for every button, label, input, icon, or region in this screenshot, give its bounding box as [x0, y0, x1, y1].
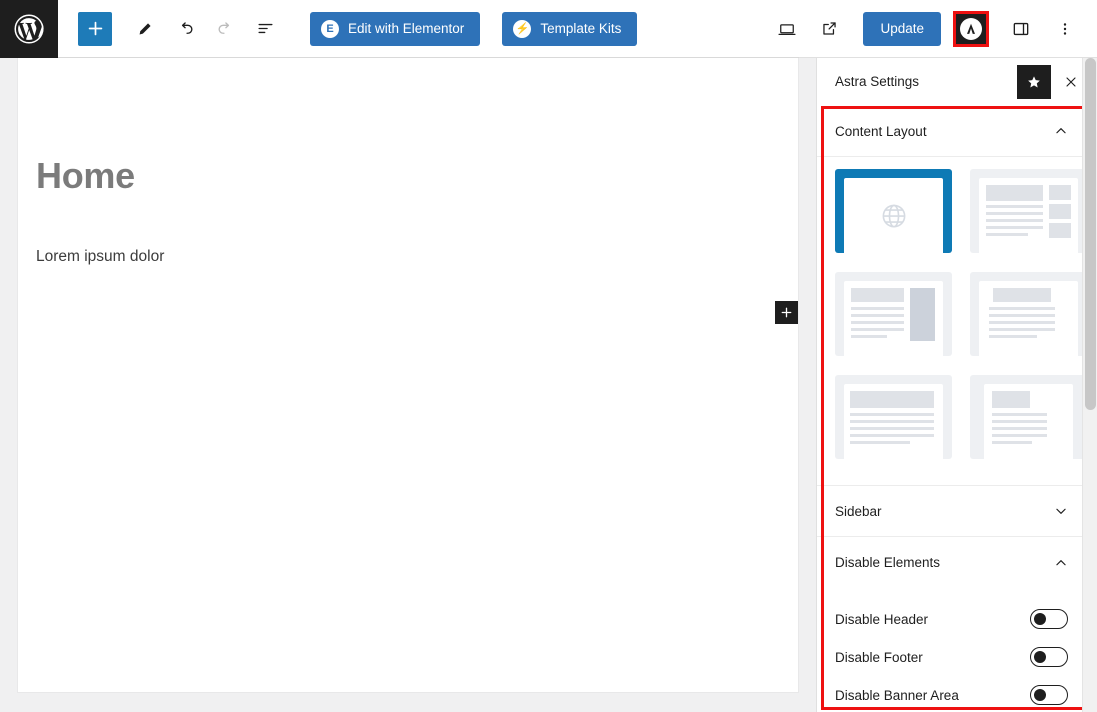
label-disable-header: Disable Header — [835, 612, 1030, 627]
edit-tool-button[interactable] — [128, 12, 162, 46]
globe-icon — [879, 201, 909, 231]
add-block-button[interactable] — [78, 12, 112, 46]
section-sidebar-header[interactable]: Sidebar — [817, 486, 1086, 537]
redo-arrow-icon — [216, 19, 235, 38]
desktop-preview-button[interactable] — [769, 11, 805, 47]
toolbar-right-group: Update — [769, 11, 1097, 47]
block-appender-button[interactable] — [775, 301, 798, 324]
settings-sidebar-icon — [1011, 19, 1031, 39]
row-disable-header: Disable Header — [817, 600, 1086, 638]
desktop-preview-icon — [777, 19, 797, 39]
post-title[interactable]: Home — [36, 155, 135, 197]
layout-option-right-blocks[interactable] — [970, 169, 1086, 253]
section-disable-elements-label: Disable Elements — [835, 555, 1054, 570]
toggle-disable-banner-area[interactable] — [1030, 685, 1068, 705]
lightning-bolt-icon: ⚡ — [513, 20, 531, 38]
template-kits-button[interactable]: ⚡ Template Kits — [502, 12, 637, 46]
panel-body: Content Layout — [817, 106, 1086, 712]
layout-option-full-stretched[interactable] — [970, 375, 1086, 459]
astra-settings-toggle-button[interactable] — [953, 11, 989, 47]
section-sidebar-label: Sidebar — [835, 504, 1054, 519]
edit-with-elementor-label: Edit with Elementor — [348, 21, 464, 36]
document-overview-button[interactable] — [248, 12, 282, 46]
row-disable-footer: Disable Footer — [817, 638, 1086, 676]
edit-with-elementor-button[interactable]: E Edit with Elementor — [310, 12, 480, 46]
toolbar-left-group — [58, 12, 282, 46]
layout-option-full-contained[interactable] — [835, 375, 952, 459]
toggle-disable-footer[interactable] — [1030, 647, 1068, 667]
star-icon[interactable] — [1017, 65, 1051, 99]
panel-scrollbar-thumb[interactable] — [1085, 58, 1096, 410]
panel-header: Astra Settings — [817, 58, 1097, 105]
chevron-down-icon — [1054, 504, 1068, 518]
plus-icon — [87, 20, 104, 37]
update-button[interactable]: Update — [863, 12, 941, 46]
undo-button[interactable] — [168, 12, 202, 46]
astra-settings-panel: Astra Settings Content Layout — [816, 58, 1097, 712]
pencil-icon — [136, 19, 155, 38]
redo-button[interactable] — [208, 12, 242, 46]
section-content-layout-label: Content Layout — [835, 124, 1054, 139]
editor-toolbar: E Edit with Elementor ⚡ Template Kits Up… — [0, 0, 1097, 58]
three-dots-vertical-icon — [1056, 20, 1074, 38]
post-canvas[interactable]: Home Lorem ipsum dolor — [18, 58, 798, 692]
astra-logo-icon — [960, 18, 982, 40]
layout-option-narrow-content[interactable] — [970, 272, 1086, 356]
view-page-button[interactable] — [811, 11, 847, 47]
editor-canvas-area: Home Lorem ipsum dolor — [0, 58, 816, 712]
layout-option-default[interactable] — [835, 169, 952, 253]
chevron-up-icon — [1054, 556, 1068, 570]
undo-arrow-icon — [176, 19, 195, 38]
template-kits-label: Template Kits — [540, 21, 621, 36]
list-view-icon — [256, 19, 275, 38]
elementor-logo-icon: E — [321, 20, 339, 38]
disable-elements-toggles: Disable Header Disable Footer Disable Ba… — [817, 588, 1086, 712]
paragraph-block[interactable]: Lorem ipsum dolor — [36, 248, 164, 266]
label-disable-footer: Disable Footer — [835, 650, 1030, 665]
close-x-icon — [1063, 74, 1079, 90]
row-disable-banner-area: Disable Banner Area — [817, 676, 1086, 712]
label-disable-banner-area: Disable Banner Area — [835, 688, 1030, 703]
content-layout-options — [817, 157, 1086, 486]
chevron-up-icon — [1054, 124, 1068, 138]
layout-option-right-sidebar[interactable] — [835, 272, 952, 356]
toggle-disable-header[interactable] — [1030, 609, 1068, 629]
external-link-icon — [820, 19, 839, 38]
panel-title: Astra Settings — [835, 74, 919, 89]
wordpress-logo-icon[interactable] — [0, 0, 58, 58]
section-disable-elements-header[interactable]: Disable Elements — [817, 537, 1086, 588]
plus-icon — [780, 306, 793, 319]
more-options-button[interactable] — [1047, 11, 1083, 47]
settings-sidebar-toggle-button[interactable] — [1003, 11, 1039, 47]
panel-scrollbar[interactable] — [1082, 58, 1097, 712]
section-content-layout-header[interactable]: Content Layout — [817, 106, 1086, 157]
